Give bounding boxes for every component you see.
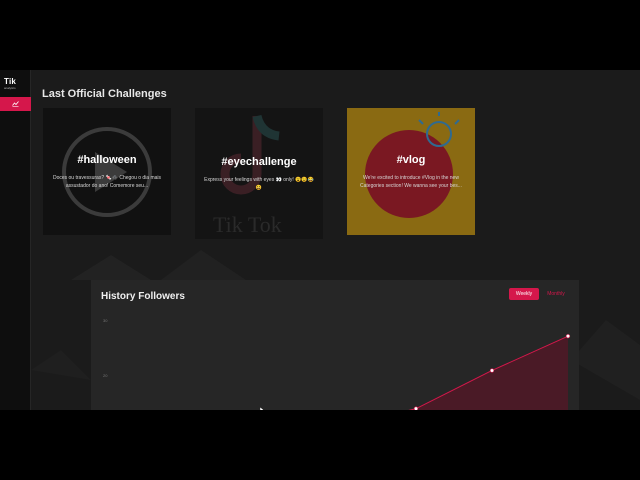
challenge-card-halloween[interactable]: #halloween Doces ou travessuras? 🍬🕷️ Che… [43,108,171,235]
data-point[interactable] [489,368,495,373]
svg-text:Tik Tok: Tik Tok [213,212,282,237]
vlog-illustration [365,112,460,218]
followers-chart [408,334,571,410]
data-point[interactable] [565,334,571,339]
challenge-description: We're excited to introduce #Vlog in the … [360,175,462,189]
sidebar-item-analytics[interactable] [0,97,31,111]
challenge-card-eyechallenge[interactable]: Tik Tok #eyechallenge Express your feeli… [195,108,323,239]
sidebar: Tik analytics [0,70,31,410]
challenge-card-vlog[interactable]: #vlog We're excited to introduce #Vlog i… [347,108,475,235]
challenge-description: Express your feelings with eyes 👀 only! … [204,177,314,191]
data-point[interactable] [413,406,419,410]
challenge-tag: #halloween [77,154,137,166]
history-followers-panel: History Followers Weekly Monthly 30 20 [91,280,579,410]
series-area [410,336,568,410]
challenge-tag: #eyechallenge [221,156,297,168]
logo-text: Tik [4,77,17,86]
section-title: Last Official Challenges [42,88,167,100]
challenge-tag: #vlog [396,154,426,166]
mouse-cursor-icon [260,407,264,410]
logo-subtext: analytics [4,86,16,90]
tiktok-watermark: Tik Tok [213,212,282,237]
challenge-description: Doces ou travessuras? 🍬🕷️ Chegou o dia m… [52,175,162,189]
play-icon [62,127,152,217]
main-content: Last Official Challenges #halloween Doce… [31,70,640,410]
chart-icon [12,101,19,107]
app-window: Tik analytics › Last Official Challenges [0,70,640,410]
app-logo[interactable]: Tik analytics [4,78,28,94]
